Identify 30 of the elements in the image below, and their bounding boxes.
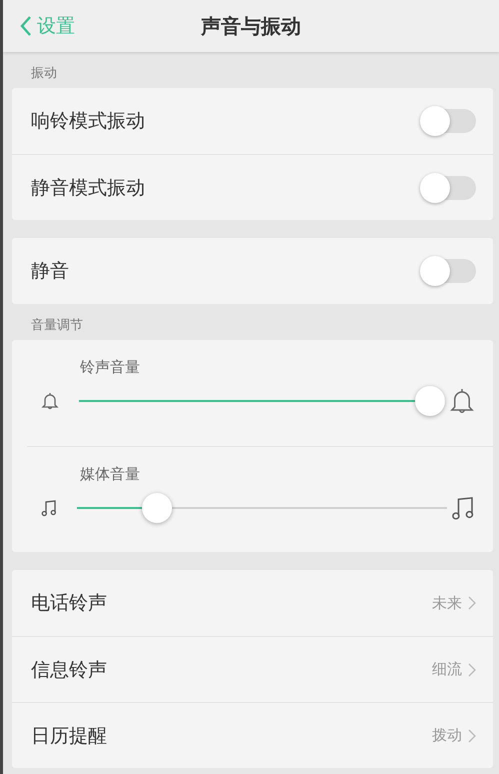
section-label: 音量调节 [30,317,84,335]
toggle-switch[interactable] [422,176,476,200]
setting-label: 信息铃声 [31,658,108,682]
bell-icon [41,391,59,411]
setting-value: 未来 [432,594,462,612]
list-item[interactable]: 信息铃声 细流 [12,636,493,702]
bell-icon [449,386,475,416]
setting-label: 日历提醒 [31,724,108,748]
chevron-right-icon [468,728,476,742]
list-item[interactable]: 日历提醒 拨动 [12,702,493,768]
slider-thumb[interactable] [415,386,445,416]
setting-label: 电话铃声 [31,591,108,616]
setting-label: 静音 [31,259,70,284]
toggle-switch[interactable] [422,109,476,133]
music-note-icon [41,499,57,517]
music-note-icon [451,495,475,521]
slider-label: 媒体音量 [79,465,141,484]
screen-title: 声音与振动 [201,12,301,40]
slider-label: 铃声音量 [79,358,141,377]
setting-label: 静音模式振动 [31,176,146,200]
list-item[interactable]: 电话铃声 未来 [12,570,493,636]
chevron-right-icon [468,662,476,676]
back-icon [20,15,32,37]
setting-value: 细流 [432,660,462,679]
toggle-switch[interactable] [422,259,476,283]
setting-value: 拨动 [432,726,462,745]
section-label: 振动 [30,65,58,83]
slider-thumb[interactable] [142,493,172,523]
chevron-right-icon [468,596,476,610]
setting-label: 响铃模式振动 [31,109,146,134]
